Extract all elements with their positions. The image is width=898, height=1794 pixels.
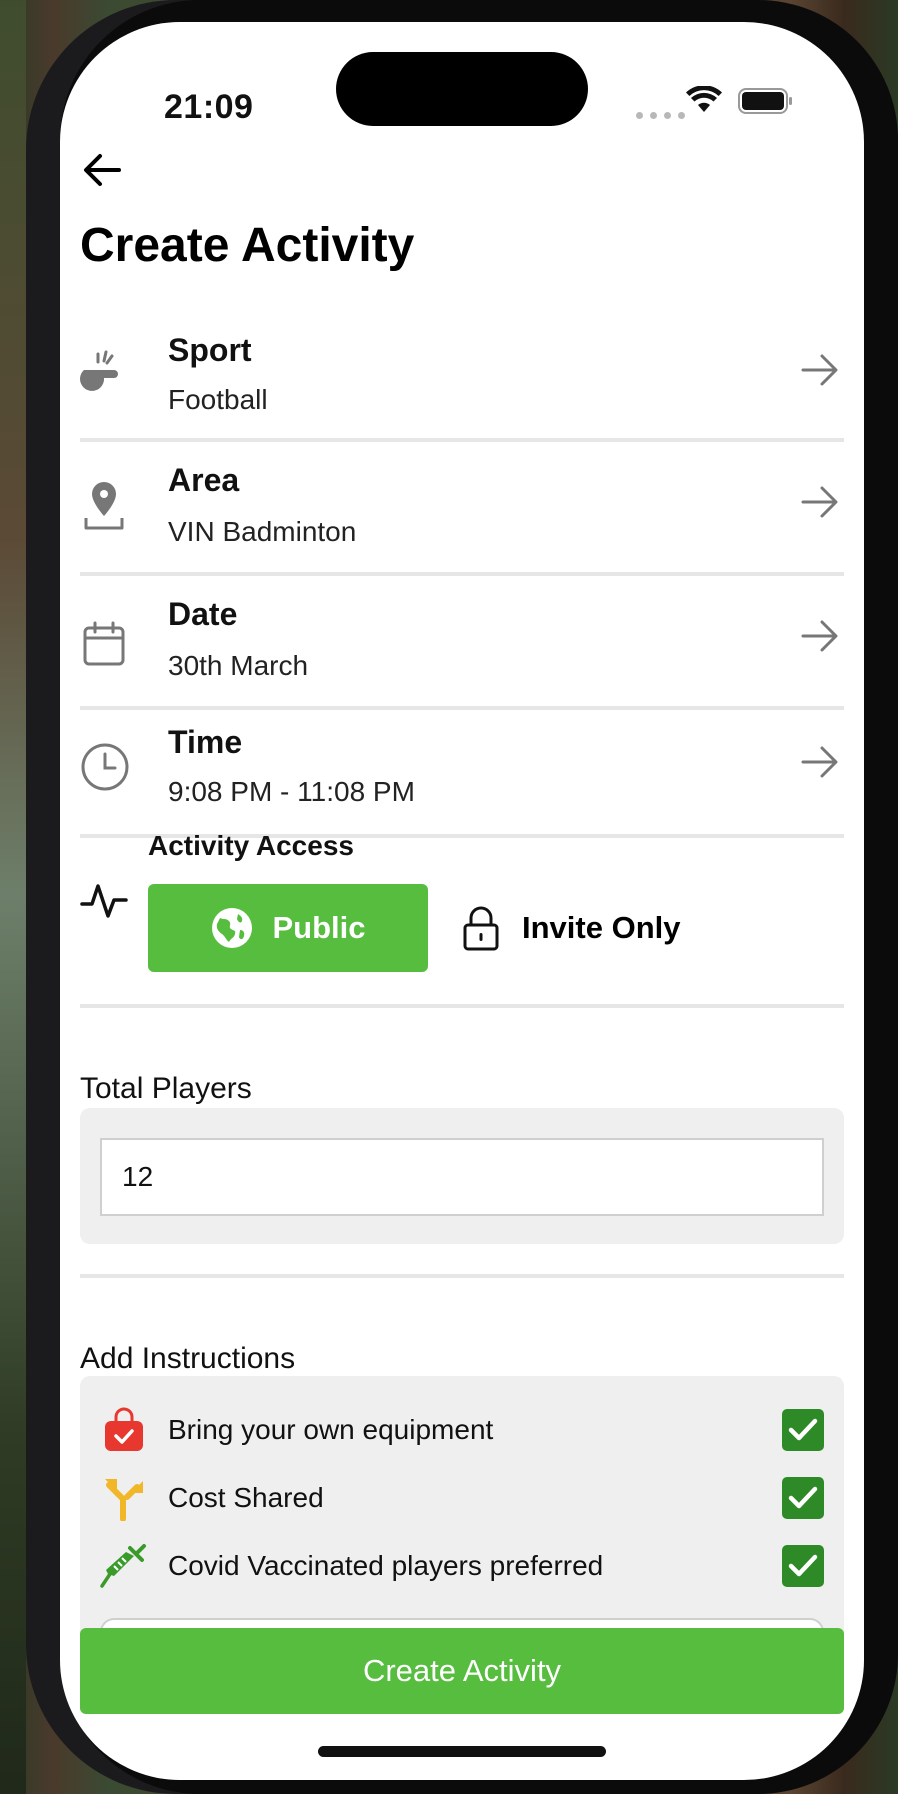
sport-label: Sport xyxy=(168,332,252,368)
create-activity-button[interactable]: Create Activity xyxy=(80,1628,844,1714)
instruction-text: Cost Shared xyxy=(168,1482,324,1513)
instructions-label: Add Instructions xyxy=(80,1342,296,1375)
date-label: Date xyxy=(168,596,238,632)
whistle-icon xyxy=(80,350,118,391)
arrow-right-icon xyxy=(801,746,838,778)
battery-icon xyxy=(738,88,792,114)
divider xyxy=(80,1274,844,1278)
area-value: VIN Badminton xyxy=(168,516,357,547)
time-row[interactable]: Time 9:08 PM - 11:08 PM xyxy=(80,710,844,838)
wifi-icon xyxy=(686,86,722,112)
checkmark-icon xyxy=(788,1418,818,1441)
time-label: Time xyxy=(168,724,243,760)
access-label: Activity Access xyxy=(148,830,354,861)
checkbox-checked[interactable] xyxy=(782,1409,824,1451)
status-time: 21:09 xyxy=(164,88,254,126)
arrow-right-icon xyxy=(801,486,838,518)
instruction-item[interactable]: Covid Vaccinated players preferred xyxy=(100,1538,824,1594)
invite-only-button[interactable]: Invite Only xyxy=(462,884,680,972)
signal-icon xyxy=(636,112,685,119)
instruction-text: Covid Vaccinated players preferred xyxy=(168,1550,604,1581)
checkmark-icon xyxy=(788,1554,818,1577)
public-access-button[interactable]: Public xyxy=(148,884,428,972)
globe-icon xyxy=(212,908,253,948)
checkbox-checked[interactable] xyxy=(782,1477,824,1519)
location-pin-icon xyxy=(84,482,124,530)
checkmark-icon xyxy=(788,1486,818,1509)
back-arrow-icon[interactable] xyxy=(82,152,122,188)
checkbox-checked[interactable] xyxy=(782,1545,824,1587)
calendar-icon xyxy=(83,621,125,666)
clock-icon xyxy=(81,743,129,791)
page-title: Create Activity xyxy=(80,219,415,272)
date-value: 30th March xyxy=(168,650,309,681)
date-row[interactable]: Date 30th March xyxy=(80,576,844,710)
time-value: 9:08 PM - 11:08 PM xyxy=(168,776,415,807)
arrow-right-icon xyxy=(801,354,838,386)
total-players-label: Total Players xyxy=(80,1072,252,1105)
total-players-input[interactable] xyxy=(100,1138,824,1216)
public-label: Public xyxy=(272,910,366,945)
divider xyxy=(80,1004,844,1008)
shopping-bag-icon xyxy=(100,1406,148,1454)
instruction-text: Bring your own equipment xyxy=(168,1414,494,1445)
area-label: Area xyxy=(168,462,240,498)
area-row[interactable]: Area VIN Badminton xyxy=(80,442,844,576)
syringe-icon xyxy=(100,1542,148,1590)
home-indicator xyxy=(318,1746,606,1757)
invite-only-label: Invite Only xyxy=(522,910,681,945)
dynamic-island xyxy=(336,52,588,126)
lock-icon xyxy=(463,906,499,951)
instruction-item[interactable]: Bring your own equipment xyxy=(100,1402,824,1458)
activity-pulse-icon xyxy=(80,884,128,918)
app-screen: 21:09 Create Activity Sport Football Are… xyxy=(60,22,864,1780)
arrow-right-icon xyxy=(801,620,838,652)
instruction-item[interactable]: Cost Shared xyxy=(100,1470,824,1526)
sport-value: Football xyxy=(168,384,268,415)
sport-row[interactable]: Sport Football xyxy=(80,314,844,442)
split-arrow-icon xyxy=(100,1474,148,1522)
